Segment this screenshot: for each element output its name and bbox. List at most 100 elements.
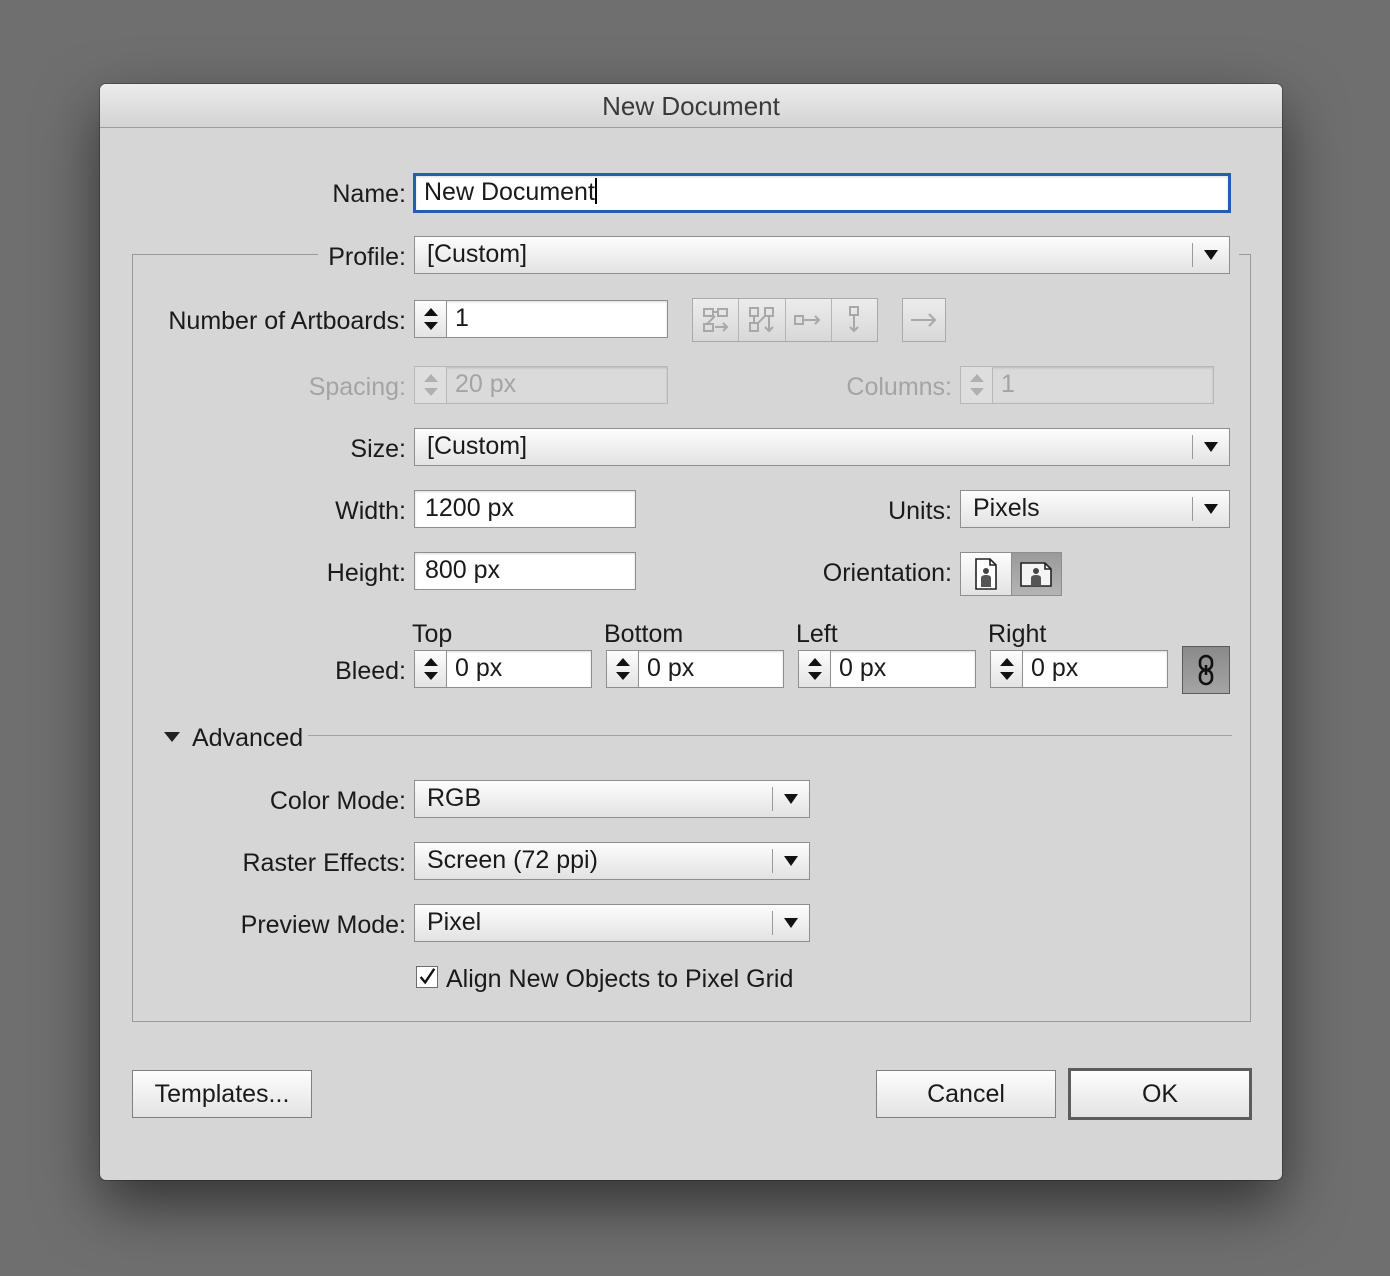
chevron-down-icon bbox=[784, 856, 798, 866]
profile-divider bbox=[1192, 243, 1193, 267]
bleed-right-value: 0 px bbox=[1031, 654, 1079, 682]
preview-mode-select[interactable]: Pixel bbox=[414, 904, 810, 942]
align-pixel-grid-label[interactable]: Align New Objects to Pixel Grid bbox=[446, 961, 793, 997]
height-input[interactable]: 800 px bbox=[414, 552, 636, 590]
bleed-right-stepper[interactable] bbox=[991, 651, 1023, 687]
units-value: Pixels bbox=[973, 494, 1040, 522]
bleed-bottom-input[interactable]: 0 px bbox=[606, 650, 784, 688]
color-mode-select[interactable]: RGB bbox=[414, 780, 810, 818]
bleed-left-value: 0 px bbox=[839, 654, 887, 682]
bleed-bottom-stepper[interactable] bbox=[607, 651, 639, 687]
color-mode-divider bbox=[772, 787, 773, 811]
checkmark-icon bbox=[419, 968, 436, 985]
stepper-down-icon bbox=[423, 672, 438, 681]
size-divider bbox=[1192, 435, 1193, 459]
columns-input[interactable]: 1 bbox=[960, 366, 1214, 404]
bleed-right-input[interactable]: 0 px bbox=[990, 650, 1168, 688]
profile-group-top-left bbox=[132, 254, 318, 255]
arrow-right-icon[interactable] bbox=[902, 298, 946, 342]
bleed-top-label: Top bbox=[412, 620, 453, 648]
stepper-up-icon bbox=[969, 373, 984, 382]
arrange-by-row-icon[interactable] bbox=[786, 299, 832, 341]
units-divider bbox=[1192, 497, 1193, 521]
stepper-down-icon bbox=[807, 672, 822, 681]
width-label: Width: bbox=[335, 497, 406, 525]
align-pixel-grid-checkbox[interactable] bbox=[416, 966, 438, 988]
arrange-by-column-icon[interactable] bbox=[832, 299, 877, 341]
bleed-top-input[interactable]: 0 px bbox=[414, 650, 592, 688]
grid-by-row-icon[interactable] bbox=[693, 299, 740, 341]
units-select[interactable]: Pixels bbox=[960, 490, 1230, 528]
columns-stepper[interactable] bbox=[961, 367, 993, 403]
spacing-label: Spacing: bbox=[308, 373, 406, 401]
artboards-stepper[interactable] bbox=[415, 301, 447, 337]
bleed-left-label: Left bbox=[796, 620, 838, 648]
spacing-input[interactable]: 20 px bbox=[414, 366, 668, 404]
profile-select[interactable]: [Custom] bbox=[414, 236, 1230, 274]
stepper-up-icon bbox=[423, 657, 438, 666]
preview-mode-divider bbox=[772, 911, 773, 935]
chevron-down-icon bbox=[784, 794, 798, 804]
name-input[interactable]: New Document bbox=[413, 173, 1231, 213]
bleed-left-stepper[interactable] bbox=[799, 651, 831, 687]
bleed-top-value: 0 px bbox=[455, 654, 503, 682]
stepper-up-icon bbox=[423, 373, 438, 382]
columns-value: 1 bbox=[1001, 370, 1015, 398]
bleed-label: Bleed: bbox=[335, 657, 406, 685]
stepper-down-icon bbox=[423, 388, 438, 397]
name-value: New Document bbox=[424, 178, 595, 206]
preview-mode-label: Preview Mode: bbox=[240, 911, 406, 939]
spacing-stepper[interactable] bbox=[415, 367, 447, 403]
stepper-up-icon bbox=[615, 657, 630, 666]
raster-effects-label: Raster Effects: bbox=[242, 849, 407, 877]
bleed-bottom-value: 0 px bbox=[647, 654, 695, 682]
chevron-down-icon bbox=[1204, 504, 1218, 514]
stepper-down-icon bbox=[423, 322, 438, 331]
stepper-up-icon bbox=[807, 657, 822, 666]
artboards-value: 1 bbox=[455, 304, 469, 332]
chain-link-icon[interactable] bbox=[1182, 646, 1230, 694]
chevron-down-icon bbox=[784, 918, 798, 928]
cancel-button[interactable]: Cancel bbox=[876, 1070, 1056, 1118]
units-label: Units: bbox=[888, 497, 952, 525]
new-document-dialog: New Document Name: New Document Profile:… bbox=[100, 84, 1282, 1180]
dialog-title: New Document bbox=[100, 84, 1282, 128]
bleed-left-input[interactable]: 0 px bbox=[798, 650, 976, 688]
color-mode-value: RGB bbox=[427, 784, 482, 812]
portrait-icon[interactable] bbox=[961, 553, 1012, 595]
columns-label: Columns: bbox=[846, 373, 952, 401]
raster-effects-select[interactable]: Screen (72 ppi) bbox=[414, 842, 810, 880]
landscape-icon[interactable] bbox=[1011, 553, 1061, 595]
templates-button[interactable]: Templates... bbox=[132, 1070, 312, 1118]
width-input[interactable]: 1200 px bbox=[414, 490, 636, 528]
disclosure-triangle-icon[interactable] bbox=[164, 732, 180, 742]
size-label: Size: bbox=[350, 435, 406, 463]
name-label: Name: bbox=[332, 180, 406, 208]
raster-effects-value: Screen (72 ppi) bbox=[427, 846, 598, 874]
height-label: Height: bbox=[326, 559, 406, 587]
advanced-divider bbox=[308, 735, 1232, 736]
artboards-input[interactable]: 1 bbox=[414, 300, 668, 338]
height-value: 800 px bbox=[425, 556, 501, 584]
orientation-toggle bbox=[960, 552, 1062, 596]
profile-value: [Custom] bbox=[427, 240, 528, 268]
stepper-down-icon bbox=[615, 672, 630, 681]
size-select[interactable]: [Custom] bbox=[414, 428, 1230, 466]
grid-by-column-icon[interactable] bbox=[739, 299, 786, 341]
width-value: 1200 px bbox=[425, 494, 514, 522]
artboard-layout-buttons bbox=[692, 298, 878, 342]
spacing-value: 20 px bbox=[455, 370, 517, 398]
advanced-label[interactable]: Advanced bbox=[192, 720, 303, 756]
artboards-label: Number of Artboards: bbox=[168, 307, 406, 335]
ok-button[interactable]: OK bbox=[1068, 1068, 1252, 1120]
profile-group-top-right bbox=[1239, 254, 1251, 255]
chevron-down-icon bbox=[1204, 442, 1218, 452]
color-mode-label: Color Mode: bbox=[269, 787, 406, 815]
profile-label: Profile: bbox=[328, 243, 406, 271]
bleed-top-stepper[interactable] bbox=[415, 651, 447, 687]
size-value: [Custom] bbox=[427, 432, 528, 460]
chevron-down-icon bbox=[1204, 250, 1218, 260]
stepper-up-icon bbox=[423, 307, 438, 316]
raster-effects-divider bbox=[772, 849, 773, 873]
stepper-down-icon bbox=[999, 672, 1014, 681]
